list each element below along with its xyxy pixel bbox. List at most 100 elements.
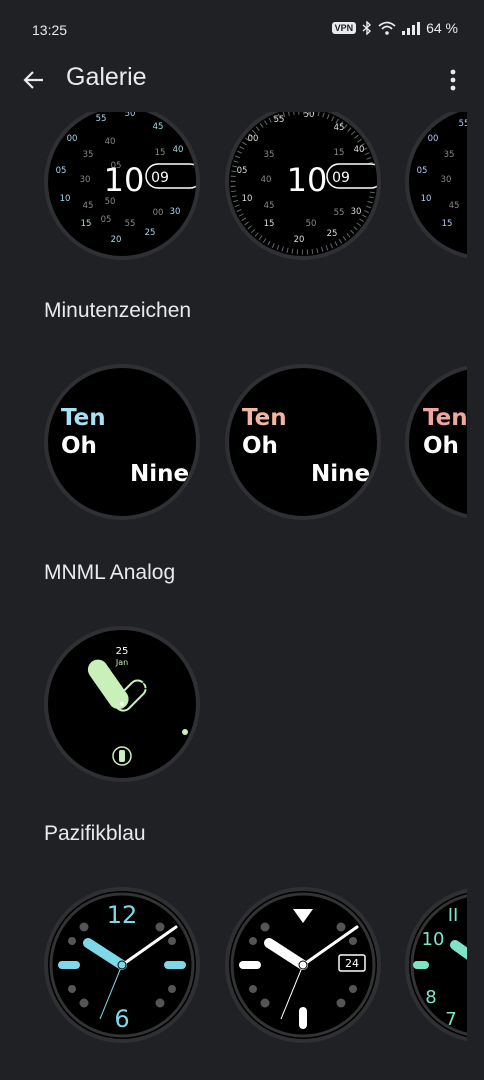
svg-text:40: 40 [261,175,272,185]
svg-text:05: 05 [101,215,112,225]
face-line2: Oh [61,433,97,459]
arrow-back-icon [23,71,43,89]
face-line2: Oh [423,433,459,459]
svg-text:45: 45 [153,122,164,132]
svg-text:00: 00 [428,134,439,144]
svg-text:50: 50 [304,112,315,120]
watchface-dial-3-clip: 00 05 10 15 35 30 45 55 [405,112,467,260]
numeral-11: II [448,905,459,926]
section-title-mnml-analog: MNML Analog [44,561,176,584]
dial-face-graphic: 00 05 10 15 35 30 45 55 [417,119,467,229]
svg-text:10: 10 [60,194,71,204]
dial-minute: 09 [332,170,350,186]
svg-text:35: 35 [264,150,275,160]
watchface-pazifikblau-1[interactable]: 12 6 [44,887,200,1043]
face-line1: Ten [61,405,106,431]
watchface-dial-1[interactable]: 555045 403530 252015 100500 353045 40505… [44,112,200,260]
svg-text:10: 10 [421,194,432,204]
svg-text:45: 45 [264,201,275,211]
signal-icon [402,21,421,35]
watchface-dial-3[interactable]: 00 05 10 15 35 30 45 55 [405,112,467,260]
watchface-minutenzeichen-3-clip: Ten Oh [405,364,467,520]
svg-text:15: 15 [155,148,166,158]
status-icons: VPN 64 % [331,20,458,36]
numeral-7: 7 [445,1009,456,1030]
watchface-row-top: 55 50 45 40 35 30 25 20 15 10 05 00 35 30 45 40 50 5… [0,112,484,260]
dial-face-graphic: 24 [230,892,376,1038]
watchface-mnml-analog[interactable]: 25 Jan 10:08 [44,626,200,782]
svg-text:50: 50 [125,112,136,119]
svg-text:40: 40 [105,137,116,147]
svg-text:30: 30 [351,207,362,217]
more-vert-icon [450,69,456,91]
svg-text:05: 05 [237,166,248,176]
app-bar: Galerie [0,58,484,102]
svg-text:30: 30 [441,175,452,185]
battery-level: 64 % [426,20,458,36]
watchface-pazifikblau-3[interactable]: II 10 8 7 [405,887,467,1043]
dial-face-graphic: 555045 403530 252015 100500 353045 40505… [56,112,196,245]
svg-text:10: 10 [242,194,253,204]
dial-minute: 09 [151,170,169,186]
svg-text:40: 40 [354,145,365,155]
face-line2: Oh [242,433,278,459]
bluetooth-icon [362,21,372,35]
svg-text:55: 55 [459,119,467,129]
svg-text:55: 55 [96,114,107,124]
svg-text:15: 15 [81,219,92,229]
dial-face-graphic: 55504540 35302520 15100500 354045 155550… [230,112,377,255]
date-month: Jan [115,658,128,667]
svg-text:55: 55 [125,219,136,229]
svg-text:15: 15 [264,219,275,229]
watchface-dial-2[interactable]: 55504540 35302520 15100500 354045 155550… [225,112,381,260]
date-window: 24 [345,957,359,970]
dial-hour: 10 [287,161,328,199]
dial-face-graphic: 25 Jan 10:08 [87,646,188,766]
svg-text:55: 55 [274,115,285,125]
svg-text:25: 25 [145,228,156,238]
svg-text:45: 45 [334,123,345,133]
svg-text:30: 30 [80,175,91,185]
section-title-pazifikblau: Pazifikblau [44,822,146,845]
watchface-minutenzeichen-3[interactable]: Ten Oh [405,364,467,520]
face-line3: Nine [311,461,371,487]
status-time: 13:25 [32,22,68,38]
face-line1: Ten [423,405,467,431]
dial-hour: 10 [104,161,145,199]
vpn-icon: VPN [331,22,357,34]
face-line1: Ten [242,405,287,431]
watchface-pazifikblau-2[interactable]: 24 [225,887,381,1043]
watchface-pazifikblau-3-clip: II 10 8 7 [405,887,467,1043]
svg-text:15: 15 [442,219,453,229]
svg-text:45: 45 [83,201,94,211]
svg-text:20: 20 [111,235,122,245]
page-title: Galerie [66,63,147,91]
svg-text:45: 45 [449,201,460,211]
svg-text:25: 25 [327,229,338,239]
svg-text:55: 55 [334,208,345,218]
dial-face-graphic: II 10 8 7 [410,894,467,1036]
more-options-button[interactable] [442,66,464,94]
svg-text:00: 00 [67,134,78,144]
numeral-6: 6 [114,1005,129,1033]
face-line3: Nine [130,461,190,487]
numeral-12: 12 [107,901,138,929]
numeral-10: 10 [422,929,445,950]
wifi-icon [378,21,396,35]
dial-face-graphic: 12 6 [49,892,195,1038]
svg-text:40: 40 [173,145,184,155]
back-button[interactable] [20,66,48,94]
watchface-minutenzeichen-2[interactable]: Ten Oh Nine [225,364,381,520]
svg-text:15: 15 [334,148,345,158]
numeral-8: 8 [425,987,436,1008]
svg-text:35: 35 [83,150,94,160]
svg-text:50: 50 [306,219,317,229]
svg-text:20: 20 [294,235,305,245]
svg-text:00: 00 [153,208,164,218]
watchface-minutenzeichen-1[interactable]: Ten Oh Nine [44,364,200,520]
svg-text:00: 00 [248,134,259,144]
date-day: 25 [116,646,129,657]
svg-text:05: 05 [56,166,67,176]
status-bar: 13:25 VPN 64 % [0,0,484,58]
section-title-minutenzeichen: Minutenzeichen [44,299,192,322]
